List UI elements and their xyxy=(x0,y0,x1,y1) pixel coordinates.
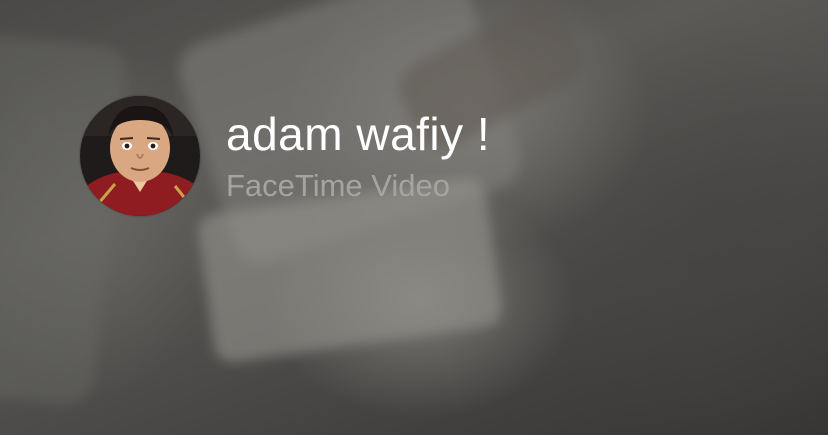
call-type-label: FaceTime Video xyxy=(226,168,450,203)
caller-info: adam wafiy ! FaceTime Video xyxy=(80,96,490,216)
contact-photo-icon xyxy=(80,96,200,216)
caller-name: adam wafiy ! xyxy=(226,108,491,160)
camera-background-blur xyxy=(0,33,129,407)
facetime-call-screen: adam wafiy ! FaceTime Video xyxy=(0,0,828,435)
contact-avatar xyxy=(80,96,200,216)
caller-text-block: adam wafiy ! FaceTime Video xyxy=(226,106,490,206)
